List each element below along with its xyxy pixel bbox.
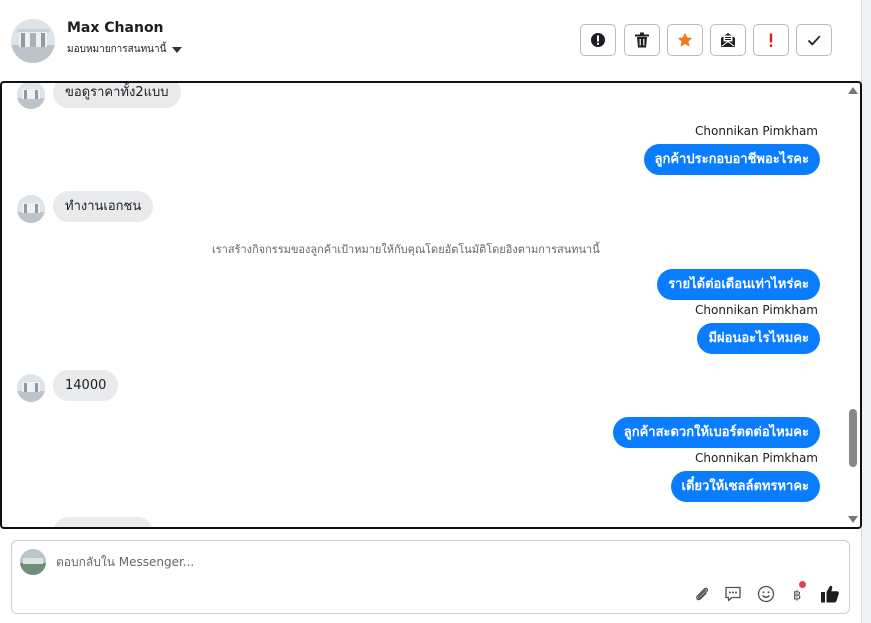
- svg-text:฿: ฿: [793, 589, 801, 604]
- trash-icon: [635, 32, 649, 48]
- like-button[interactable]: [819, 583, 841, 605]
- mark-important-button[interactable]: [753, 24, 789, 56]
- thread-scrollbar[interactable]: [846, 83, 860, 527]
- incoming-message-partial[interactable]: [53, 517, 153, 527]
- sender-name: Chonnikan Pimkham: [695, 124, 818, 138]
- scroll-up-arrow-icon[interactable]: [848, 87, 858, 94]
- caret-down-icon: [172, 47, 183, 53]
- assign-conversation-label: มอบหมายการสนทนานี้: [67, 44, 167, 55]
- mail-open-icon: [721, 33, 735, 47]
- attach-button[interactable]: [691, 583, 713, 605]
- emoji-icon: [757, 585, 775, 603]
- saved-reply-icon: [725, 586, 741, 602]
- checkmark-icon: [807, 35, 821, 46]
- mark-done-button[interactable]: [796, 24, 832, 56]
- incoming-message[interactable]: ทำงานเอกชน: [53, 191, 154, 222]
- page-scroll-edge: [861, 0, 871, 623]
- outgoing-message[interactable]: ลูกค้าประกอบอาชีพอะไรคะ: [643, 144, 820, 175]
- incoming-message[interactable]: 14000: [53, 370, 119, 401]
- star-button[interactable]: [667, 24, 703, 56]
- outgoing-message[interactable]: เดี๋ยวให้เซลล์ตทรหาคะ: [670, 471, 820, 502]
- emoji-button[interactable]: [755, 583, 777, 605]
- contact-avatar-small: [17, 374, 45, 402]
- notification-dot: [799, 581, 806, 588]
- mark-unread-button[interactable]: [710, 24, 746, 56]
- paperclip-icon: [696, 587, 709, 601]
- outgoing-message[interactable]: มีผ่อนอะไรไหมคะ: [697, 323, 820, 354]
- message-thread[interactable]: ขอดูราคาทั้ง2แบบ Chonnikan Pimkham ลูกค้…: [0, 81, 862, 529]
- page-avatar: [20, 549, 46, 575]
- contact-avatar-small: [17, 195, 45, 223]
- reply-input[interactable]: [56, 555, 656, 569]
- system-notice: เราสร้างกิจกรรมของลูกค้าเป้าหมายให้กับคุ…: [212, 243, 600, 256]
- payment-button[interactable]: ฿: [787, 581, 809, 605]
- exclamation-icon: [769, 33, 773, 47]
- incoming-message[interactable]: ขอดูราคาทั้ง2แบบ: [53, 83, 181, 108]
- baht-icon: ฿: [793, 589, 801, 604]
- delete-button[interactable]: [624, 24, 660, 56]
- star-icon: [677, 32, 693, 47]
- like-icon: [821, 585, 839, 603]
- reply-composer: ฿: [11, 540, 850, 614]
- contact-avatar-small: [17, 83, 45, 109]
- contact-name[interactable]: Max Chanon: [67, 20, 164, 36]
- mark-spam-button[interactable]: [580, 24, 616, 56]
- scroll-down-arrow-icon[interactable]: [848, 516, 858, 523]
- sender-name: Chonnikan Pimkham: [695, 303, 818, 317]
- saved-replies-button[interactable]: [722, 583, 744, 605]
- conversation-header: Max Chanon มอบหมายการสนทนานี้: [0, 0, 861, 80]
- outgoing-message[interactable]: รายได้ต่อเดือนเท่าไหร่คะ: [657, 269, 820, 300]
- scrollbar-thumb[interactable]: [849, 409, 857, 467]
- sender-name: Chonnikan Pimkham: [695, 451, 818, 465]
- assign-conversation-dropdown[interactable]: มอบหมายการสนทนานี้: [67, 42, 183, 57]
- contact-avatar[interactable]: [11, 19, 55, 63]
- alert-circle-icon: [591, 33, 605, 47]
- outgoing-message[interactable]: ลูกค้าสะดวกให้เบอร์ตดต่อไหมคะ: [612, 417, 820, 448]
